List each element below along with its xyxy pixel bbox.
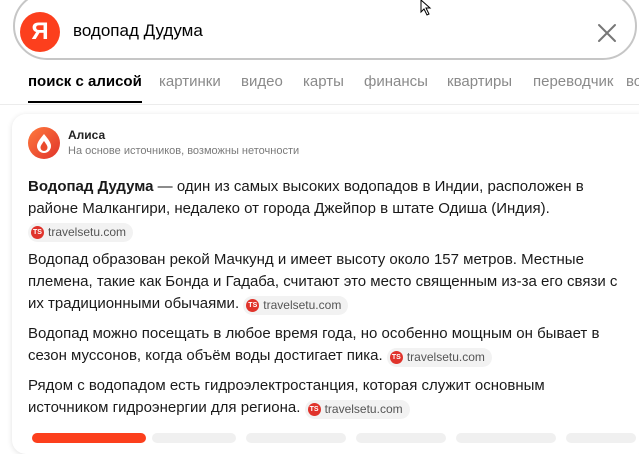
tab-translator[interactable]: переводчик: [533, 73, 613, 90]
tab-maps[interactable]: карты: [303, 73, 344, 90]
active-tab-underline: [28, 101, 142, 103]
tab-finance[interactable]: финансы: [364, 73, 428, 90]
tab-video[interactable]: видео: [241, 73, 283, 90]
travelsetu-favicon-icon: TS: [307, 403, 321, 416]
alice-name: Алиса: [68, 128, 106, 142]
clear-icon[interactable]: [594, 20, 620, 46]
answer-paragraph: Водопад Дудума — один из самых высоких в…: [28, 176, 628, 242]
tab-alice-search[interactable]: поиск с алисой: [28, 73, 142, 90]
tab-images[interactable]: картинки: [159, 73, 221, 90]
alice-logo-icon: [28, 127, 60, 159]
tab-more[interactable]: во: [626, 73, 639, 90]
action-chip[interactable]: [246, 433, 346, 443]
action-chip[interactable]: [152, 433, 236, 443]
source-domain: travelsetu.com: [324, 402, 403, 416]
answer-paragraph: Водопад можно посещать в любое время год…: [28, 323, 628, 367]
answer-text: Водопад можно посещать в любое время год…: [28, 325, 600, 364]
alice-disclaimer: На основе источников, возможны неточност…: [68, 145, 300, 157]
yandex-logo-letter: Я: [31, 18, 49, 45]
action-chip[interactable]: [566, 433, 636, 443]
source-domain: travelsetu.com: [48, 225, 127, 239]
primary-action-button[interactable]: [32, 433, 146, 443]
action-chip[interactable]: [456, 433, 556, 443]
answer-text: Рядом с водопадом есть гидроэлектростанц…: [28, 377, 545, 416]
yandex-logo[interactable]: Я: [20, 12, 60, 52]
mouse-cursor-icon: [420, 0, 432, 16]
answer-subject: Водопад Дудума: [28, 178, 154, 195]
search-input[interactable]: водопад Дудума: [73, 21, 203, 41]
travelsetu-favicon-icon: TS: [389, 351, 403, 364]
action-chip[interactable]: [356, 433, 446, 443]
source-link[interactable]: TS travelsetu.com: [386, 348, 492, 367]
source-domain: travelsetu.com: [263, 298, 342, 312]
answer-paragraph: Водопад образован рекой Мачкунд и имеет …: [28, 249, 628, 315]
tabs-divider: [0, 104, 639, 105]
travelsetu-favicon-icon: TS: [31, 226, 44, 239]
source-link[interactable]: TS travelsetu.com: [243, 296, 349, 315]
source-domain: travelsetu.com: [406, 350, 485, 364]
source-link[interactable]: TS travelsetu.com: [304, 400, 410, 419]
travelsetu-favicon-icon: TS: [246, 299, 260, 312]
tab-apartments[interactable]: квартиры: [447, 73, 512, 90]
answer-paragraph: Рядом с водопадом есть гидроэлектростанц…: [28, 375, 628, 419]
source-link[interactable]: TS travelsetu.com: [28, 223, 134, 242]
